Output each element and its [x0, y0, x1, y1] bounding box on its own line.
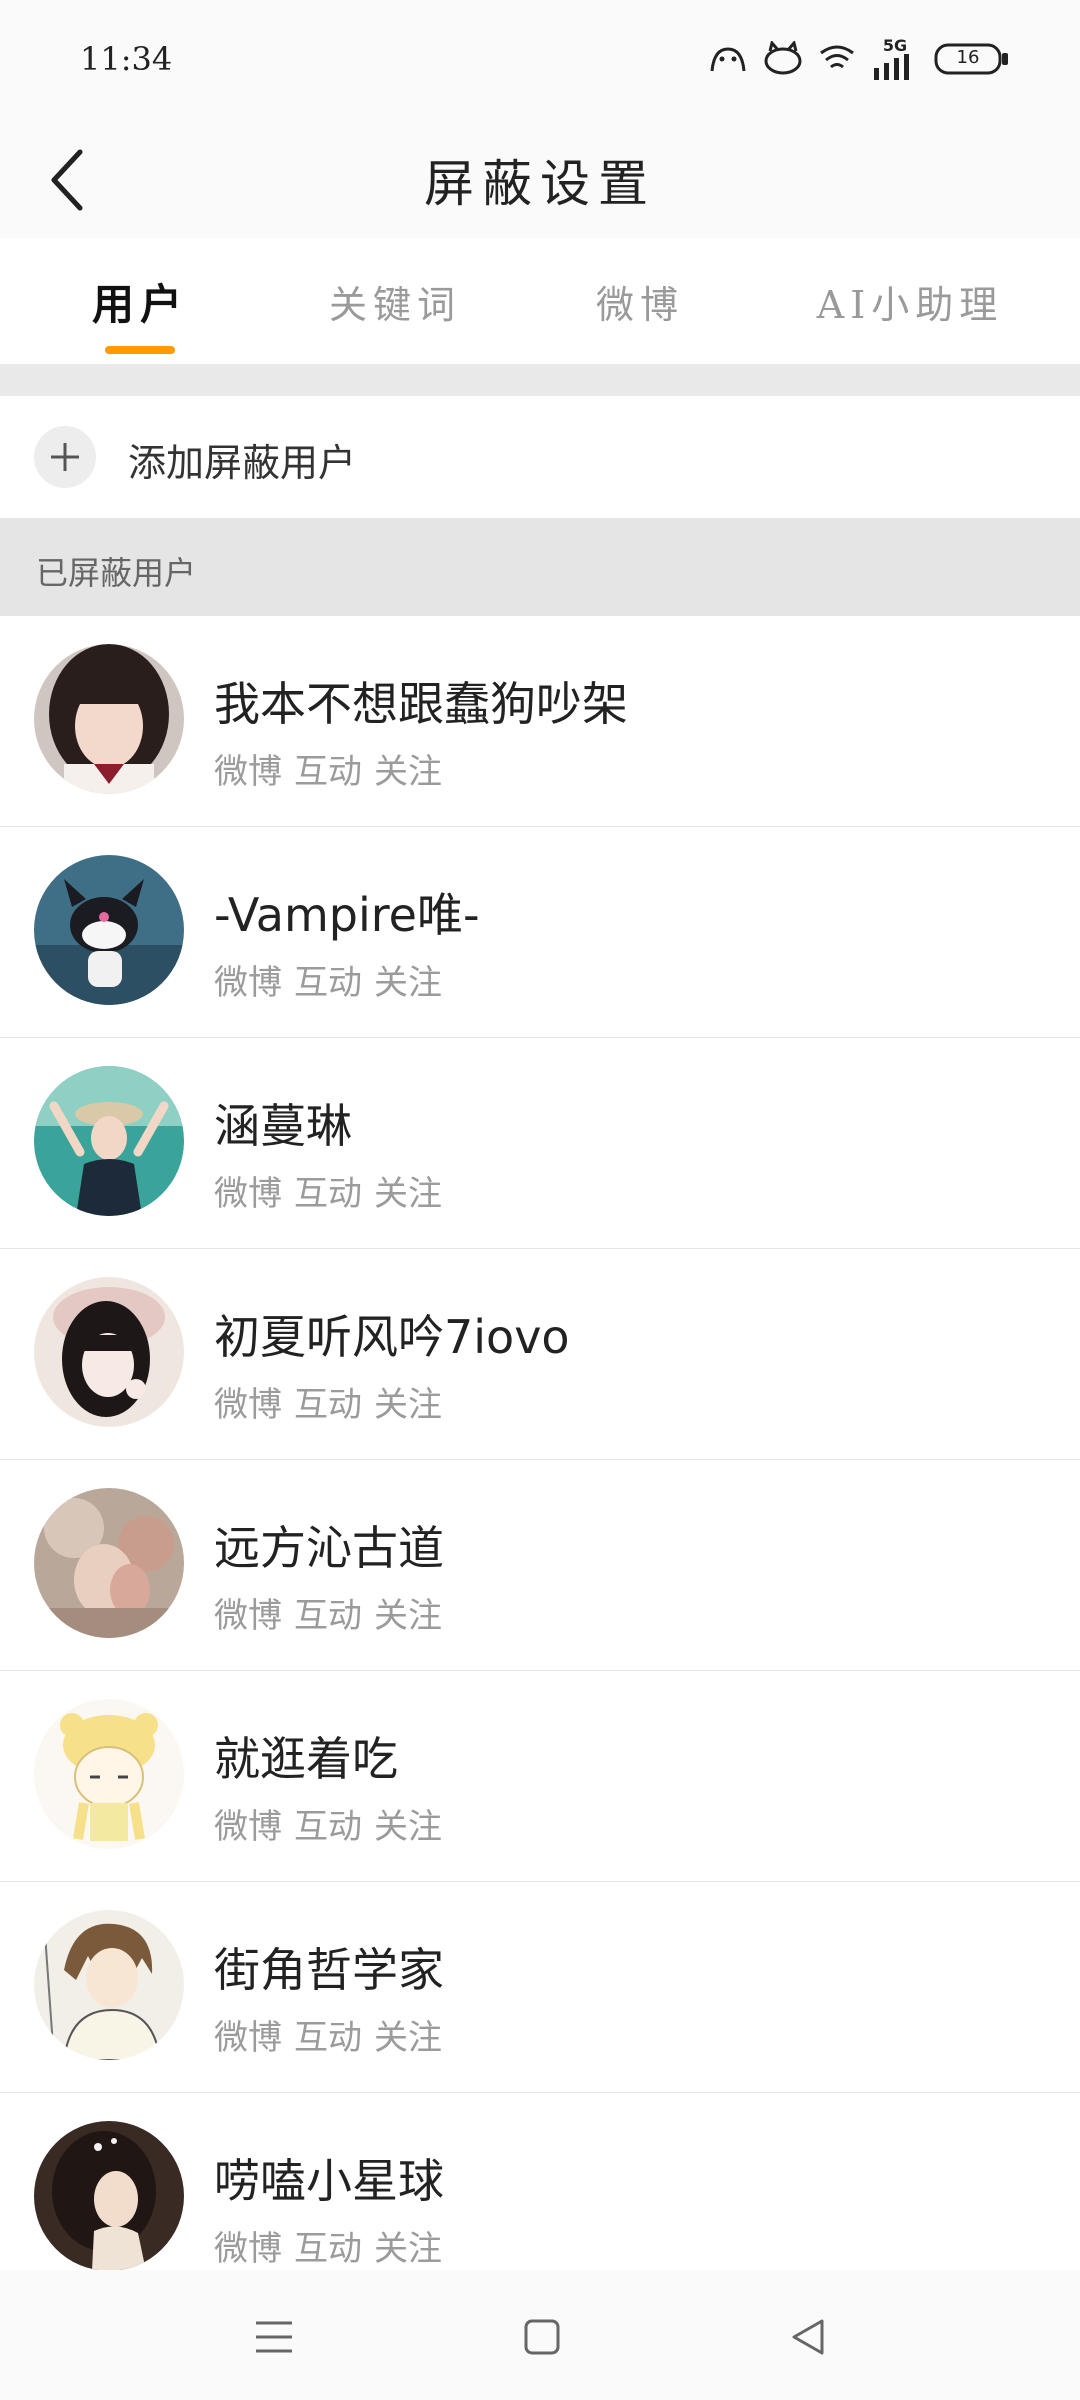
list-item[interactable]: 初夏听风吟7iovo 微博 互动 关注 [0, 1249, 1080, 1460]
divider-band [0, 364, 1080, 396]
list-item[interactable]: 涵蔓琳 微博 互动 关注 [0, 1038, 1080, 1249]
network-type: 5G [882, 36, 908, 55]
tab-label: 用户 [91, 279, 188, 329]
action-weibo[interactable]: 微博 [214, 955, 282, 1004]
user-name: 初夏听风吟7iovo [214, 1310, 570, 1364]
user-actions: 微博 互动 关注 [214, 1377, 442, 1426]
status-icons: 5G 16 [708, 38, 1010, 80]
home-square-icon [524, 2319, 560, 2355]
signal-icon [874, 54, 909, 80]
add-circle [34, 426, 96, 488]
nav-home-button[interactable] [502, 2302, 582, 2372]
blocked-user-list: 我本不想跟蠢狗吵架 微博 互动 关注 -Vampire唯- 微博 互动 关注 涵… [0, 616, 1080, 2303]
action-follow[interactable]: 关注 [374, 744, 442, 793]
avatar[interactable] [34, 644, 184, 794]
tab-keywords[interactable]: 关键词 [290, 238, 500, 364]
action-follow[interactable]: 关注 [374, 1799, 442, 1848]
action-weibo[interactable]: 微博 [214, 2221, 282, 2270]
list-item[interactable]: 我本不想跟蠢狗吵架 微博 互动 关注 [0, 616, 1080, 827]
action-weibo[interactable]: 微博 [214, 1588, 282, 1637]
avatar[interactable] [34, 1066, 184, 1216]
section-header: 已屏蔽用户 [0, 518, 1080, 616]
status-bar: 11:34 5G 16 [0, 0, 1080, 120]
avatar[interactable] [34, 1277, 184, 1427]
battery-level: 16 [956, 47, 980, 68]
user-name: 远方沁古道 [214, 1521, 444, 1575]
action-weibo[interactable]: 微博 [214, 744, 282, 793]
action-follow[interactable]: 关注 [374, 1377, 442, 1426]
user-name: 涵蔓琳 [214, 1099, 352, 1153]
tab-users[interactable]: 用户 [40, 238, 240, 364]
user-name: 唠嗑小星球 [214, 2154, 444, 2208]
action-interaction[interactable]: 互动 [294, 1377, 362, 1426]
system-navigation-bar [0, 2270, 1080, 2400]
user-actions: 微博 互动 关注 [214, 1799, 442, 1848]
cat-notification-icon [764, 41, 802, 75]
tab-label: 微博 [595, 282, 684, 327]
action-interaction[interactable]: 互动 [294, 2221, 362, 2270]
pet-notification-icon [710, 47, 746, 72]
action-interaction[interactable]: 互动 [294, 955, 362, 1004]
action-follow[interactable]: 关注 [374, 2010, 442, 2059]
nav-menu-button[interactable] [234, 2302, 314, 2372]
tab-bar: 用户 关键词 微博 AI小助理 [0, 238, 1080, 364]
action-interaction[interactable]: 互动 [294, 2010, 362, 2059]
menu-icon [256, 2321, 292, 2353]
list-item[interactable]: 街角哲学家 微博 互动 关注 [0, 1882, 1080, 2093]
user-name: -Vampire唯- [214, 888, 480, 942]
user-name: 街角哲学家 [214, 1943, 444, 1997]
tab-ai-assistant[interactable]: AI小助理 [790, 238, 1030, 364]
battery-indicator: 16 [934, 41, 1010, 77]
user-actions: 微博 互动 关注 [214, 2010, 442, 2059]
navigation-bar: 屏蔽设置 [0, 120, 1080, 239]
action-weibo[interactable]: 微博 [214, 1166, 282, 1215]
avatar[interactable] [34, 1488, 184, 1638]
list-item[interactable]: 远方沁古道 微博 互动 关注 [0, 1460, 1080, 1671]
plus-icon [51, 443, 79, 471]
action-weibo[interactable]: 微博 [214, 1799, 282, 1848]
action-interaction[interactable]: 互动 [294, 1588, 362, 1637]
network-indicator: 5G [870, 38, 920, 80]
action-follow[interactable]: 关注 [374, 1588, 442, 1637]
action-weibo[interactable]: 微博 [214, 1377, 282, 1426]
avatar[interactable] [34, 1699, 184, 1849]
action-follow[interactable]: 关注 [374, 955, 442, 1004]
action-follow[interactable]: 关注 [374, 2221, 442, 2270]
avatar[interactable] [34, 1910, 184, 2060]
action-interaction[interactable]: 互动 [294, 1799, 362, 1848]
action-weibo[interactable]: 微博 [214, 2010, 282, 2059]
status-time: 11:34 [80, 40, 173, 78]
user-actions: 微博 互动 关注 [214, 2221, 442, 2270]
avatar[interactable] [34, 855, 184, 1005]
nav-back-button[interactable] [768, 2302, 848, 2372]
active-tab-indicator [105, 346, 175, 354]
wifi-icon [820, 45, 854, 69]
user-actions: 微博 互动 关注 [214, 1166, 442, 1215]
action-interaction[interactable]: 互动 [294, 744, 362, 793]
avatar[interactable] [34, 2121, 184, 2271]
page-title: 屏蔽设置 [424, 155, 656, 213]
action-interaction[interactable]: 互动 [294, 1166, 362, 1215]
user-name: 就逛着吃 [214, 1732, 398, 1786]
tab-label: AI小助理 [816, 282, 1004, 327]
list-item[interactable]: -Vampire唯- 微博 互动 关注 [0, 827, 1080, 1038]
user-actions: 微博 互动 关注 [214, 744, 442, 793]
tab-label: 关键词 [328, 282, 461, 327]
user-name: 我本不想跟蠢狗吵架 [214, 677, 628, 731]
user-actions: 微博 互动 关注 [214, 1588, 442, 1637]
add-blocked-user-button[interactable]: 添加屏蔽用户 [0, 396, 1080, 518]
list-item[interactable]: 就逛着吃 微博 互动 关注 [0, 1671, 1080, 1882]
triangle-back-icon [792, 2319, 824, 2355]
user-actions: 微博 互动 关注 [214, 955, 442, 1004]
action-follow[interactable]: 关注 [374, 1166, 442, 1215]
section-title: 已屏蔽用户 [36, 554, 197, 592]
add-blocked-user-label: 添加屏蔽用户 [128, 441, 357, 485]
tab-weibo[interactable]: 微博 [540, 238, 740, 364]
